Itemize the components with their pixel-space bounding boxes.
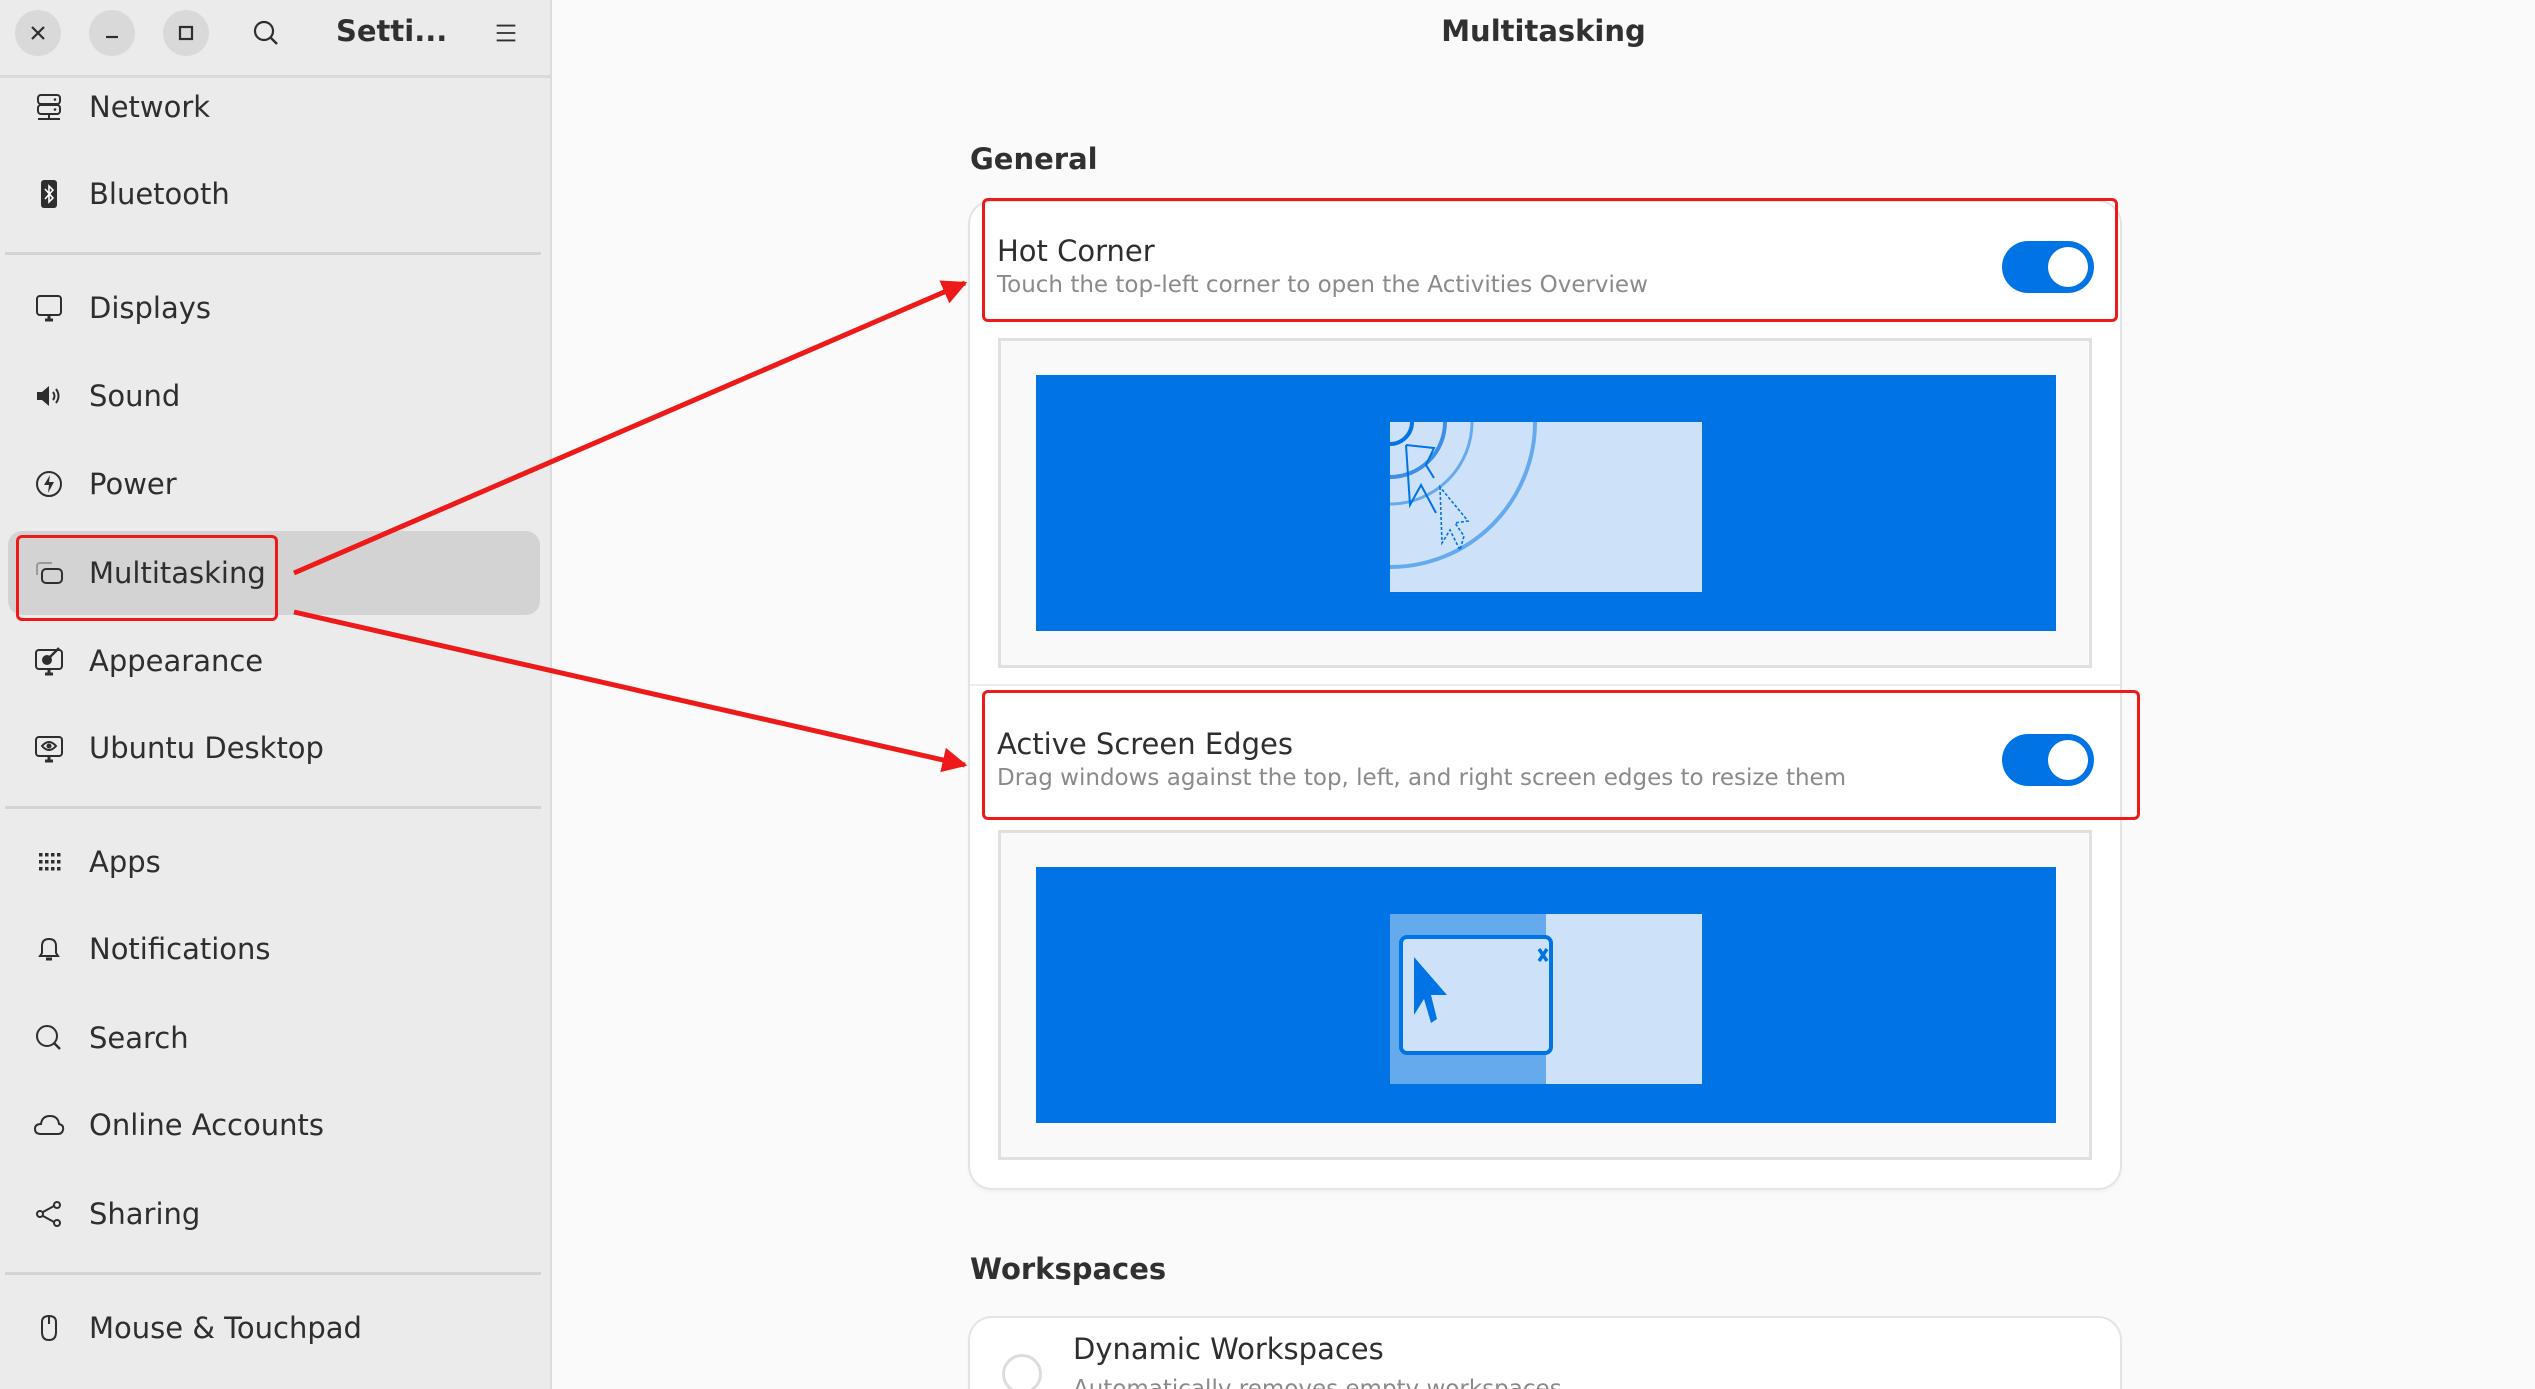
active-screen-edges-row: Active Screen Edges Drag windows against… [970, 695, 2120, 816]
active-screen-edges-illustration [1036, 867, 2056, 1123]
active-screen-edges-subtitle: Drag windows against the top, left, and … [997, 765, 1847, 791]
maximize-icon [178, 25, 194, 41]
power-icon [32, 467, 66, 501]
sidebar-item-label: Apps [89, 845, 161, 879]
active-screen-edges-toggle[interactable] [2002, 734, 2094, 786]
speaker-icon [32, 379, 66, 413]
multitasking-icon [32, 556, 66, 590]
search-icon [253, 20, 278, 45]
mouse-icon [32, 1311, 66, 1345]
sidebar-item-label: Ubuntu Desktop [89, 731, 324, 765]
sidebar-item-label: Search [89, 1021, 189, 1055]
display-icon [32, 291, 66, 325]
sidebar-item-appearance[interactable]: Appearance [8, 619, 540, 703]
ubuntu-desktop-icon [32, 731, 66, 765]
hot-corner-toggle[interactable] [2002, 241, 2094, 293]
hot-corner-illustration-frame [998, 338, 2092, 668]
dynamic-workspaces-title: Dynamic Workspaces [1073, 1332, 1384, 1366]
sidebar-title: Setti... [336, 14, 448, 48]
bluetooth-icon [32, 177, 66, 211]
hot-corner-illustration [1036, 375, 2056, 631]
dynamic-workspaces-subtitle: Automatically removes empty workspaces [1073, 1376, 1562, 1389]
search-icon [32, 1021, 66, 1055]
dynamic-workspaces-row[interactable]: Dynamic Workspaces Automatically removes… [970, 1318, 2120, 1389]
general-card: Hot Corner Touch the top-left corner to … [970, 202, 2120, 1188]
close-button[interactable] [15, 10, 61, 56]
hamburger-menu-icon [496, 24, 516, 42]
sidebar-item-bluetooth[interactable]: Bluetooth [8, 152, 540, 236]
sidebar-item-label: Sharing [89, 1197, 201, 1231]
sidebar-item-label: Network [89, 90, 211, 124]
minimize-icon [106, 35, 118, 39]
sidebar-separator [5, 1272, 541, 1275]
sidebar-item-label: Multitasking [89, 556, 266, 590]
bell-icon [32, 932, 66, 966]
hot-corner-row: Hot Corner Touch the top-left corner to … [970, 202, 2120, 323]
sidebar-item-displays[interactable]: Displays [8, 266, 540, 350]
sidebar-item-sharing[interactable]: Sharing [8, 1172, 540, 1256]
sidebar-item-mouse-touchpad[interactable]: Mouse & Touchpad [8, 1286, 540, 1370]
sidebar-item-online-accounts[interactable]: Online Accounts [8, 1083, 540, 1167]
sidebar-item-label: Sound [89, 379, 181, 413]
minimize-button[interactable] [89, 10, 135, 56]
sidebar-item-notifications[interactable]: Notifications [8, 907, 540, 991]
hot-corner-title: Hot Corner [997, 234, 1155, 268]
toggle-knob [2048, 740, 2088, 780]
search-button[interactable] [245, 12, 287, 54]
sidebar-item-label: Mouse & Touchpad [89, 1311, 362, 1345]
main-menu-button[interactable] [485, 12, 527, 54]
toggle-knob [2048, 247, 2088, 287]
cloud-icon [32, 1108, 66, 1142]
sidebar-item-search[interactable]: Search [8, 996, 540, 1080]
sidebar-item-multitasking[interactable]: Multitasking [8, 531, 540, 615]
close-icon [31, 26, 45, 40]
sidebar-item-label: Displays [89, 291, 212, 325]
active-screen-edges-title: Active Screen Edges [997, 727, 1293, 761]
workspaces-card: Dynamic Workspaces Automatically removes… [970, 1318, 2120, 1389]
sidebar-item-label: Power [89, 467, 177, 501]
row-divider [970, 684, 2120, 686]
sidebar-item-label: Notifications [89, 932, 271, 966]
maximize-button[interactable] [163, 10, 209, 56]
network-icon [32, 90, 66, 124]
sidebar-item-power[interactable]: Power [8, 442, 540, 526]
workspaces-heading: Workspaces [970, 1252, 1167, 1286]
sidebar-item-ubuntu-desktop[interactable]: Ubuntu Desktop [8, 706, 540, 790]
hot-corner-subtitle: Touch the top-left corner to open the Ac… [997, 272, 1648, 298]
general-heading: General [970, 142, 1098, 176]
hot-corner-illustration-graphic [1390, 422, 1702, 592]
sidebar-item-network[interactable]: Network [8, 65, 540, 149]
sidebar-separator [5, 252, 541, 255]
sidebar: Setti... Network Bluetooth Displays Soun… [0, 0, 552, 1389]
share-icon [32, 1197, 66, 1231]
sidebar-item-apps[interactable]: Apps [8, 820, 540, 904]
appearance-icon [32, 644, 66, 678]
sidebar-item-label: Bluetooth [89, 177, 230, 211]
sidebar-item-label: Appearance [89, 644, 264, 678]
active-screen-edges-illustration-frame [998, 830, 2092, 1160]
page-title: Multitasking [1441, 14, 1646, 48]
active-screen-edges-illustration-graphic [1390, 914, 1702, 1084]
sidebar-item-sound[interactable]: Sound [8, 354, 540, 438]
apps-grid-icon [32, 845, 66, 879]
dynamic-workspaces-radio[interactable] [1002, 1354, 1042, 1389]
sidebar-separator [5, 806, 541, 809]
sidebar-item-label: Online Accounts [89, 1108, 324, 1142]
